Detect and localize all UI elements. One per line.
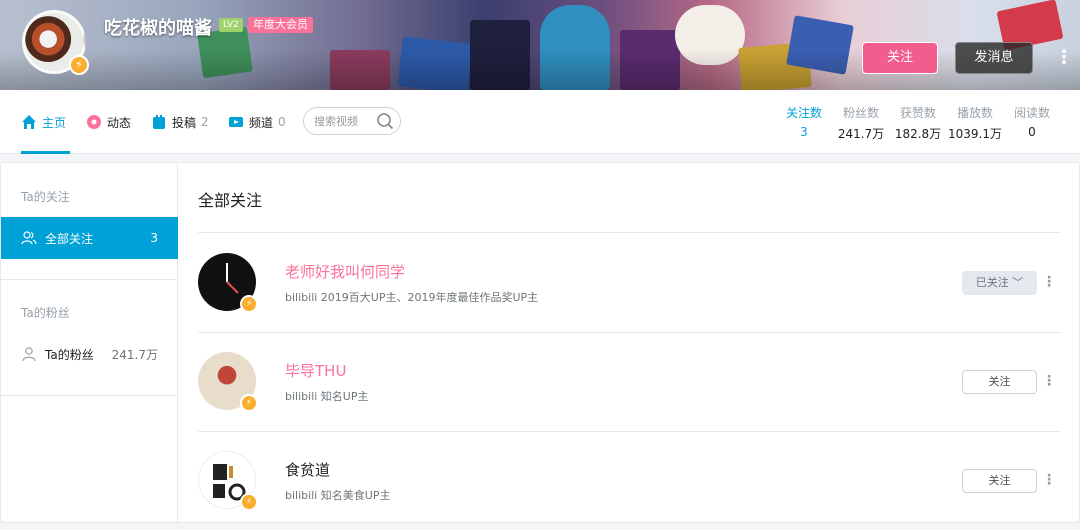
level-badge: LV2: [219, 18, 243, 32]
stat-following-value: 3: [800, 125, 808, 139]
vip-badge[interactable]: 年度大会员: [248, 17, 313, 33]
tab-dynamic[interactable]: 动态: [86, 112, 131, 132]
list-item: ⚡ 毕导THU bilibili 知名UP主 关注 ⋮: [198, 332, 1061, 431]
user-description: bilibili 2019百大UP主、2019年度最佳作品奖UP主: [285, 291, 539, 304]
tab-home[interactable]: 主页: [21, 112, 66, 132]
page-title: 全部关注: [198, 191, 263, 210]
home-icon: [22, 115, 36, 129]
sidebar-divider: [1, 395, 178, 396]
tab-uploads-label: 投稿: [172, 115, 197, 130]
sidebar-item-all-following[interactable]: 全部关注 3: [1, 217, 178, 259]
more-options-icon[interactable]: ⋮: [1042, 469, 1056, 493]
profile-banner: ⚡ 吃花椒的喵酱 LV2 年度大会员 关注 发消息 ⋮: [0, 0, 1080, 90]
stat-fans-label: 粉丝数: [842, 106, 879, 120]
follow-button[interactable]: 关注: [962, 370, 1037, 394]
lightning-icon: ⚡: [240, 394, 258, 412]
username: 吃花椒的喵酱: [104, 18, 212, 39]
tab-channels-count: 0: [278, 115, 286, 129]
following-section-title: Ta的关注: [21, 190, 70, 204]
sidebar-item-fans[interactable]: Ta的粉丝 241.7万: [1, 333, 178, 375]
upload-icon: [153, 115, 165, 129]
more-options-icon[interactable]: ⋮: [1055, 44, 1073, 72]
following-panel: Ta的关注 全部关注 3 Ta的粉丝 Ta的粉丝 241.7万 全部关注 ⚡ 老…: [0, 162, 1080, 524]
user-name-link[interactable]: 食贫道: [285, 459, 330, 480]
user-icon: [22, 347, 36, 362]
tab-uploads-count: 2: [201, 115, 209, 129]
video-search: [303, 107, 401, 135]
followed-dropdown-button[interactable]: 已关注 ﹀: [962, 271, 1037, 295]
stat-following-label: 关注数: [785, 106, 822, 120]
sidebar-item-count: 3: [150, 231, 158, 245]
lightning-icon: ⚡: [240, 493, 258, 511]
channel-icon: [229, 117, 243, 127]
follow-button[interactable]: 关注: [862, 42, 938, 74]
stat-plays: 播放数 1039.1万: [945, 104, 1005, 142]
sidebar-item-label: 全部关注: [45, 231, 94, 246]
stat-likes-value: 182.8万: [894, 127, 942, 141]
stat-likes-label: 获赞数: [899, 106, 936, 120]
users-icon: [21, 231, 37, 245]
stat-following[interactable]: 关注数 3: [774, 104, 834, 139]
sidebar-divider: [1, 279, 178, 280]
tab-dynamic-label: 动态: [107, 115, 132, 130]
user-name-link[interactable]: 毕导THU: [285, 360, 346, 381]
sidebar-item-label: Ta的粉丝: [45, 347, 94, 362]
stat-fans-value: 241.7万: [837, 127, 885, 141]
user-avatar[interactable]: ⚡: [22, 10, 89, 75]
stat-reads: 阅读数 0: [1002, 104, 1062, 139]
stat-plays-value: 1039.1万: [948, 127, 1002, 141]
stat-reads-label: 阅读数: [1013, 106, 1050, 120]
tab-home-label: 主页: [42, 115, 67, 130]
send-message-button[interactable]: 发消息: [955, 42, 1033, 74]
active-tab-indicator: [21, 151, 70, 154]
list-item: ⚡ 老师好我叫何同学 bilibili 2019百大UP主、2019年度最佳作品…: [198, 233, 1061, 332]
sidebar-item-count: 241.7万: [111, 347, 158, 362]
stat-reads-value: 0: [1028, 125, 1036, 139]
stat-likes: 获赞数 182.8万: [888, 104, 948, 142]
tab-uploads[interactable]: 投稿 2: [151, 112, 209, 132]
fans-section-title: Ta的粉丝: [21, 306, 70, 320]
stat-plays-label: 播放数: [956, 106, 993, 120]
tab-channels-label: 频道: [249, 115, 274, 130]
search-input[interactable]: [314, 108, 376, 134]
list-item: ⚡ 食贫道 bilibili 知名美食UP主 关注 ⋮: [198, 431, 1061, 530]
more-options-icon[interactable]: ⋮: [1042, 370, 1056, 394]
tab-channels[interactable]: 频道 0: [228, 112, 286, 132]
user-description: bilibili 知名美食UP主: [285, 489, 391, 502]
user-description: bilibili 知名UP主: [285, 390, 369, 403]
more-options-icon[interactable]: ⋮: [1042, 271, 1056, 295]
flower-icon: [87, 115, 101, 129]
lightning-icon: ⚡: [69, 55, 89, 75]
lightning-icon: ⚡: [240, 295, 258, 313]
stat-fans[interactable]: 粉丝数 241.7万: [831, 104, 891, 142]
follow-button[interactable]: 关注: [962, 469, 1037, 493]
sidebar: Ta的关注 全部关注 3 Ta的粉丝 Ta的粉丝 241.7万: [1, 163, 178, 524]
user-name-link[interactable]: 老师好我叫何同学: [285, 261, 405, 282]
search-icon[interactable]: [376, 112, 394, 130]
